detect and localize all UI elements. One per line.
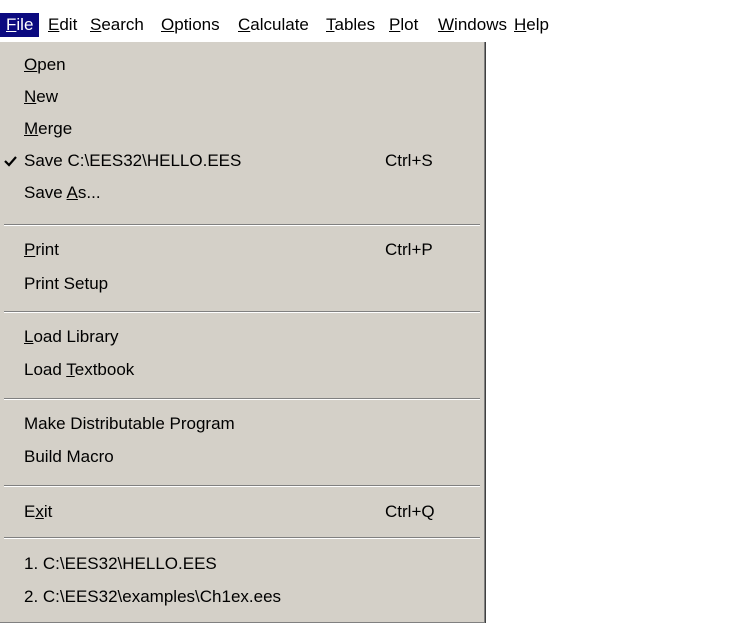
- menu-item-load-textbook[interactable]: Load Textbook: [0, 355, 484, 385]
- menu-item-label: New: [24, 87, 59, 106]
- menu-item-shortcut: Ctrl+Q: [385, 502, 435, 521]
- menu-item-label: Open: [24, 55, 66, 74]
- menu-item-exit[interactable]: Exit Ctrl+Q: [0, 497, 484, 527]
- menu-search[interactable]: Search: [84, 13, 150, 37]
- menu-item-label: 1. C:\EES32\HELLO.EES: [24, 554, 217, 573]
- menu-item-shortcut: Ctrl+S: [385, 151, 433, 170]
- menu-item-new[interactable]: New: [0, 82, 484, 112]
- menu-item-make-distributable-program[interactable]: Make Distributable Program: [0, 409, 484, 439]
- menu-calculate[interactable]: Calculate: [232, 13, 315, 37]
- menu-separator: [4, 224, 480, 226]
- menu-plot[interactable]: Plot: [383, 13, 424, 37]
- menu-separator: [4, 398, 480, 400]
- menu-item-print[interactable]: Print Ctrl+P: [0, 235, 484, 265]
- menu-file[interactable]: File: [0, 13, 40, 37]
- menu-item-save-as[interactable]: Save As...: [0, 178, 484, 208]
- menu-separator: [4, 485, 480, 487]
- menu-item-merge[interactable]: Merge: [0, 114, 484, 144]
- menu-item-shortcut: Ctrl+P: [385, 240, 433, 259]
- menu-help[interactable]: Help: [508, 13, 555, 37]
- menu-item-build-macro[interactable]: Build Macro: [0, 442, 484, 472]
- menu-windows[interactable]: Windows: [432, 13, 513, 37]
- menu-options[interactable]: Options: [155, 13, 226, 37]
- menu-item-label: Build Macro: [24, 447, 114, 466]
- menu-separator: [4, 537, 480, 539]
- menu-item-label: Make Distributable Program: [24, 414, 235, 433]
- menu-item-label: Print Setup: [24, 274, 109, 293]
- file-menu-dropdown: Open New Merge Save C:\EES32\HELLO.EES C…: [0, 42, 485, 623]
- menu-tables[interactable]: Tables: [320, 13, 381, 37]
- menu-edit[interactable]: Edit: [42, 13, 83, 37]
- menu-item-label: Merge: [24, 119, 73, 138]
- menu-item-open[interactable]: Open: [0, 50, 484, 80]
- menu-item-recent-file-1[interactable]: 1. C:\EES32\HELLO.EES: [0, 549, 484, 579]
- menu-bar: File Edit Search Options Calculate Table…: [0, 0, 746, 42]
- menu-item-label: Print: [24, 240, 59, 259]
- checkmark-icon: [4, 146, 18, 176]
- menu-item-label: Save As...: [24, 183, 101, 202]
- menu-item-label: Exit: [24, 502, 53, 521]
- menu-item-label: Save C:\EES32\HELLO.EES: [24, 151, 242, 170]
- menu-item-recent-file-2[interactable]: 2. C:\EES32\examples\Ch1ex.ees: [0, 582, 484, 612]
- menu-item-save[interactable]: Save C:\EES32\HELLO.EES Ctrl+S: [0, 146, 484, 176]
- menu-item-label: Load Library: [24, 327, 119, 346]
- menu-item-load-library[interactable]: Load Library: [0, 322, 484, 352]
- menu-separator: [4, 311, 480, 313]
- menu-item-label: Load Textbook: [24, 360, 135, 379]
- menu-item-print-setup[interactable]: Print Setup: [0, 269, 484, 299]
- menu-item-label: 2. C:\EES32\examples\Ch1ex.ees: [24, 587, 282, 606]
